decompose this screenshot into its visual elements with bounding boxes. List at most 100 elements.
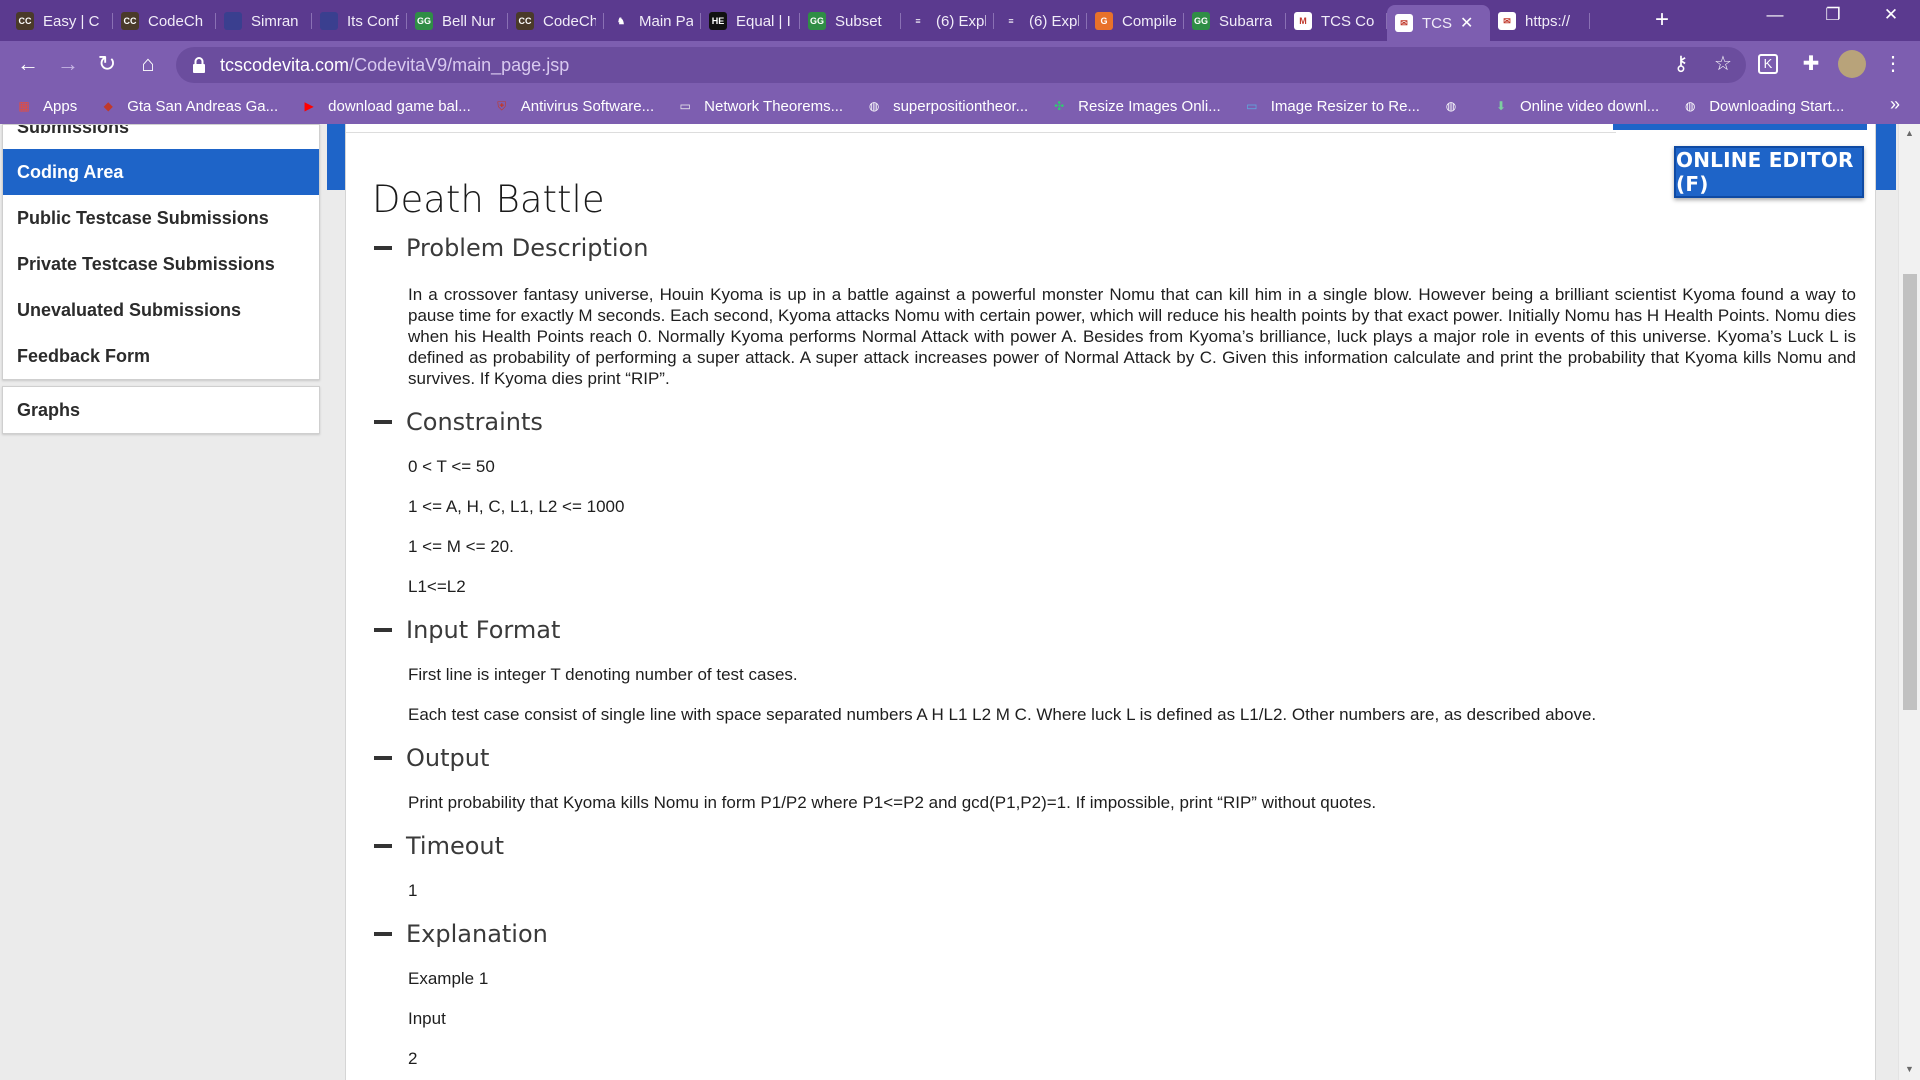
sidebar-item-feedback-form[interactable]: Feedback Form [3, 333, 319, 379]
scroll-down-icon[interactable]: ▼ [1905, 1064, 1914, 1074]
browser-toolbar: ← → ↻ ⌂ tcscodevita.com/CodevitaV9/main_… [0, 41, 1920, 88]
section-heading: Output [406, 744, 490, 772]
section-input-format[interactable]: Input Format [374, 616, 560, 644]
online-editor-button[interactable]: ONLINE EDITOR (F) [1674, 146, 1864, 198]
browser-tab[interactable]: G Compile [1087, 5, 1184, 37]
shield-icon: ⛨ [497, 98, 507, 113]
bookmark-label: Downloading Start... [1709, 97, 1845, 115]
section-heading: Constraints [406, 408, 543, 436]
browser-tab[interactable]: Its Conf [312, 5, 407, 37]
forward-icon[interactable]: → [54, 50, 82, 78]
bookmark-label: Online video downl... [1519, 97, 1660, 115]
browser-tab[interactable]: CC CodeCh [113, 5, 216, 37]
puzzle-icon[interactable]: ✚ [1798, 51, 1824, 77]
more-bookmarks-icon[interactable]: » [1890, 94, 1900, 115]
tab-favicon-icon: ♞ [612, 12, 630, 30]
header-accent [1613, 124, 1867, 130]
bookmark-item[interactable]: ◍ [1442, 97, 1470, 115]
address-bar[interactable]: tcscodevita.com/CodevitaV9/main_page.jsp [176, 47, 1746, 83]
problem-description-text: In a crossover fantasy universe, Houin K… [408, 285, 1856, 388]
constraint-line: 1 <= M <= 20. [408, 537, 514, 556]
browser-tab[interactable]: GG Subarra [1184, 5, 1286, 37]
sidebar-item-unevaluated-submissions[interactable]: Unevaluated Submissions [3, 287, 319, 333]
bookmark-item[interactable]: ◍ Downloading Start... [1681, 97, 1844, 115]
browser-tab[interactable]: GG Subset [800, 5, 901, 37]
bookmark-item[interactable]: ✣ Resize Images Onli... [1050, 97, 1221, 115]
kebab-menu-icon[interactable]: ⋮ [1880, 51, 1906, 77]
close-window-icon[interactable]: ✕ [1866, 5, 1916, 25]
browser-tab[interactable]: ♞ Main Pa [604, 5, 701, 37]
youtube-icon: ▶ [304, 99, 314, 113]
browser-tab[interactable]: CC CodeCh [508, 5, 604, 37]
key-icon[interactable]: ⚷ [1668, 51, 1694, 77]
scrollbar-thumb[interactable] [1903, 274, 1917, 710]
tab-title: Equal | I [736, 12, 791, 30]
tab-title: Main Pa [639, 12, 693, 30]
section-explanation[interactable]: Explanation [374, 920, 548, 948]
tab-title: TCS [1422, 14, 1452, 32]
maximize-icon[interactable]: ❐ [1808, 5, 1858, 25]
section-heading: Input Format [406, 616, 561, 644]
bookmark-item[interactable]: ▭ Network Theorems... [676, 97, 843, 115]
tab-title: Subset [835, 12, 882, 30]
tab-favicon-icon: G [1095, 12, 1113, 30]
minimize-icon[interactable]: — [1750, 5, 1800, 25]
extension-k-icon[interactable]: K [1758, 54, 1778, 74]
browser-tab[interactable]: GG Bell Nur [407, 5, 508, 37]
section-timeout[interactable]: Timeout [374, 832, 504, 860]
browser-tab[interactable]: ≡ (6) Expl [901, 5, 994, 37]
bookmark-item[interactable]: ▦ Apps [15, 97, 77, 115]
bookmark-item[interactable]: ◍ superpositiontheor... [865, 97, 1028, 115]
star-icon[interactable]: ☆ [1710, 51, 1736, 77]
download-icon: ⬇ [1495, 99, 1506, 113]
collapse-icon[interactable] [374, 420, 392, 424]
bookmark-label: Apps [43, 97, 78, 115]
section-constraints[interactable]: Constraints [374, 408, 543, 436]
tab-title: https:// [1525, 12, 1571, 30]
page-scrollbar[interactable]: ▲ ▼ [1898, 124, 1920, 1080]
browser-tab[interactable]: HE Equal | I [701, 5, 800, 37]
sidebar-item-graphs[interactable]: Graphs [3, 387, 319, 433]
close-tab-icon[interactable]: ✕ [1460, 13, 1473, 33]
bookmark-item[interactable]: ◆ Gta San Andreas Ga... [99, 97, 279, 115]
input-format-line: Each test case consist of single line wi… [408, 705, 1597, 724]
browser-tab[interactable]: Simran [216, 5, 312, 37]
bookmark-item[interactable]: ▶ download game bal... [300, 97, 471, 115]
browser-tab[interactable]: ✉ https:// [1490, 5, 1590, 37]
collapse-icon[interactable] [374, 756, 392, 760]
avatar[interactable] [1838, 50, 1866, 78]
sidebar-item-submissions[interactable]: Submissions [3, 125, 319, 149]
home-icon[interactable]: ⌂ [134, 50, 162, 78]
bookmark-item[interactable]: ⛨ Antivirus Software... [493, 97, 654, 115]
sidebar-item-coding-area[interactable]: Coding Area [3, 149, 319, 195]
tab-favicon-icon: M [1294, 12, 1312, 30]
output-text: Print probability that Kyoma kills Nomu … [408, 793, 1377, 812]
resize-icon: ✣ [1054, 99, 1065, 113]
tab-favicon-icon [224, 12, 242, 30]
bookmark-item[interactable]: ▭ Image Resizer to Re... [1243, 97, 1420, 115]
collapse-icon[interactable] [374, 628, 392, 632]
tab-title: Bell Nur [442, 12, 496, 30]
timeout-value: 1 [408, 881, 418, 900]
bookmark-item[interactable]: ⬇ Online video downl... [1492, 97, 1659, 115]
reload-icon[interactable]: ↻ [93, 50, 121, 78]
sidebar-item-public-testcase-submissions[interactable]: Public Testcase Submissions [3, 195, 319, 241]
explanation-line: Example 1 [408, 969, 489, 988]
sidebar-item-private-testcase-submissions[interactable]: Private Testcase Submissions [3, 241, 319, 287]
scroll-up-icon[interactable]: ▲ [1905, 128, 1914, 138]
collapse-icon[interactable] [374, 844, 392, 848]
back-icon[interactable]: ← [14, 50, 42, 78]
tab-title: Compile [1122, 12, 1176, 30]
bookmark-label: Resize Images Onli... [1078, 97, 1221, 115]
gamepad-icon: ◆ [103, 99, 113, 113]
section-problem-description[interactable]: Problem Description [374, 234, 648, 262]
browser-tab[interactable]: ≡ (6) Expl [994, 5, 1087, 37]
browser-tab[interactable]: ✉ TCS ✕ [1387, 5, 1490, 41]
browser-tab[interactable]: M TCS Co [1286, 5, 1387, 37]
collapse-icon[interactable] [374, 246, 392, 250]
section-output[interactable]: Output [374, 744, 489, 772]
browser-tab[interactable]: CC Easy | C [8, 5, 113, 37]
collapse-icon[interactable] [374, 932, 392, 936]
tab-favicon-icon: ✉ [1498, 12, 1516, 30]
new-tab-icon[interactable]: + [1655, 6, 1669, 34]
